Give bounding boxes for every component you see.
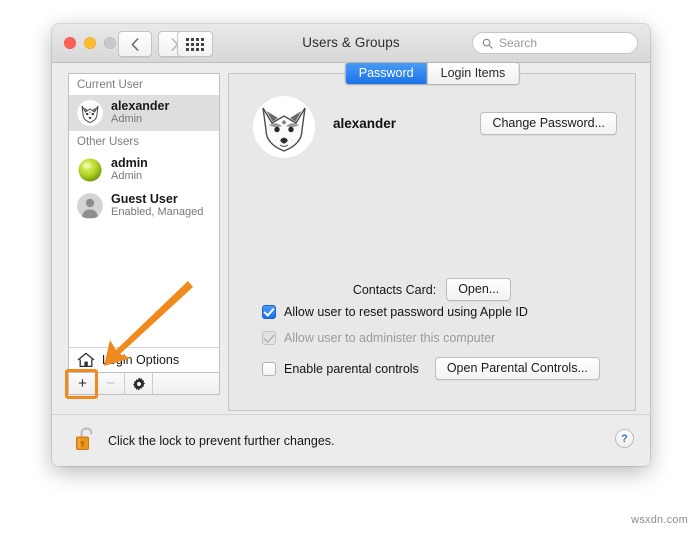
open-parental-controls-button[interactable]: Open Parental Controls... xyxy=(434,357,600,380)
house-icon xyxy=(77,352,95,368)
add-user-button[interactable]: + xyxy=(69,373,97,394)
contacts-card-row: Contacts Card: Open... xyxy=(229,278,635,301)
users-list-toolbar: + − xyxy=(68,373,220,395)
search-field[interactable]: Search xyxy=(472,32,638,54)
window-titlebar: Users & Groups Search xyxy=(52,24,650,63)
parental-controls-checkbox[interactable] xyxy=(262,361,276,376)
reset-password-label: Allow user to reset password using Apple… xyxy=(284,305,528,319)
contacts-card-label: Contacts Card: xyxy=(352,282,437,297)
remove-user-button: − xyxy=(97,373,125,394)
account-name: alexander xyxy=(333,116,397,131)
fox-avatar xyxy=(77,99,103,126)
fox-avatar[interactable] xyxy=(253,96,315,158)
user-settings-button[interactable] xyxy=(125,373,153,394)
person-silhouette-avatar xyxy=(77,192,103,219)
list-item-alexander[interactable]: alexander Admin xyxy=(69,95,219,131)
users-list[interactable]: Current User alexander Admin Other Users… xyxy=(68,73,220,347)
checkbox-row-parental-controls[interactable]: Enable parental controls Open Parental C… xyxy=(262,357,600,380)
checkbox-row-reset-password[interactable]: Allow user to reset password using Apple… xyxy=(262,305,528,319)
administer-computer-label: Allow user to administer this computer xyxy=(284,331,496,345)
list-item-admin[interactable]: admin Admin xyxy=(69,152,219,188)
help-button[interactable]: ? xyxy=(615,429,634,448)
green-sphere-avatar xyxy=(77,157,103,183)
administer-computer-checkbox xyxy=(262,331,276,345)
tab-login-items[interactable]: Login Items xyxy=(426,63,519,84)
login-options-label: Login Options xyxy=(102,353,180,367)
window-bottom-bar: Click the lock to prevent further change… xyxy=(52,414,650,466)
list-item-name: alexander xyxy=(111,99,170,113)
search-icon xyxy=(482,38,493,49)
list-item-name: admin xyxy=(111,156,148,170)
gear-icon xyxy=(132,376,145,391)
parental-controls-label: Enable parental controls xyxy=(284,361,419,376)
window-content: Current User alexander Admin Other Users… xyxy=(52,62,650,466)
list-item-subtitle: Enabled, Managed xyxy=(111,206,204,218)
group-header-other-users: Other Users xyxy=(77,136,139,148)
group-header-current-user: Current User xyxy=(77,79,143,91)
panel-tabs: Password Login Items xyxy=(344,62,520,85)
tab-password[interactable]: Password xyxy=(345,63,427,84)
list-item-guest-user[interactable]: Guest User Enabled, Managed xyxy=(69,188,219,224)
reset-password-checkbox[interactable] xyxy=(262,305,276,319)
unlocked-padlock-icon[interactable] xyxy=(74,425,98,453)
password-panel: Password Login Items alexander Change Pa… xyxy=(228,62,636,411)
list-item-subtitle: Admin xyxy=(111,113,143,125)
change-password-button[interactable]: Change Password... xyxy=(480,112,617,135)
open-contacts-card-button[interactable]: Open... xyxy=(446,278,512,301)
checkbox-row-administer-computer: Allow user to administer this computer xyxy=(262,331,495,345)
search-placeholder: Search xyxy=(499,36,538,50)
watermark: wsxdn.com xyxy=(631,514,688,526)
login-options-row[interactable]: Login Options xyxy=(68,347,220,373)
list-item-name: Guest User xyxy=(111,192,178,206)
account-header: alexander xyxy=(253,96,396,158)
toolbar-filler xyxy=(153,373,219,394)
list-item-subtitle: Admin xyxy=(111,170,143,182)
system-preferences-window: Users & Groups Search Current User alexa… xyxy=(52,24,650,466)
lock-message: Click the lock to prevent further change… xyxy=(108,434,335,448)
